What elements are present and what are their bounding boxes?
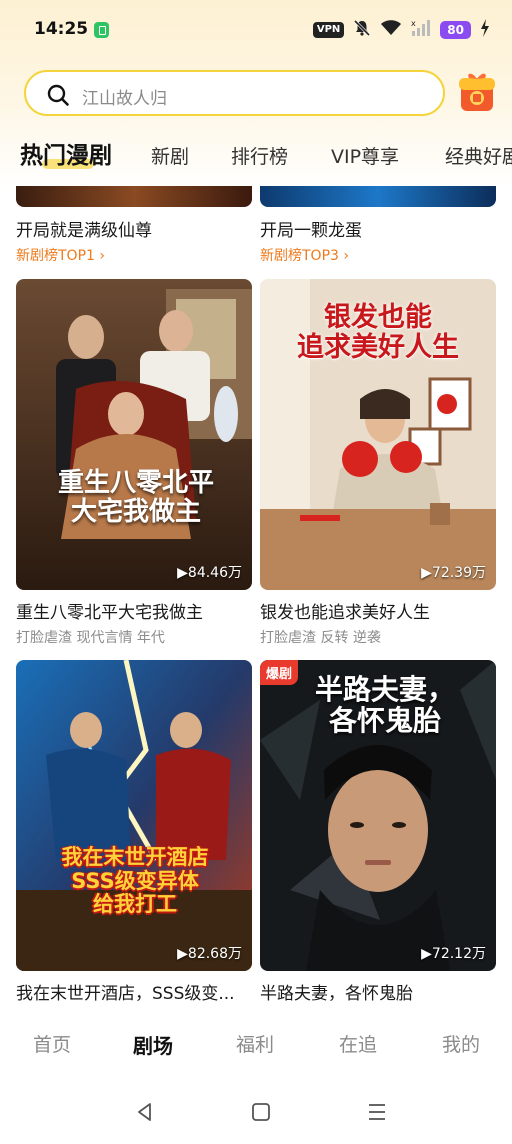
view-count: ▶82.68万 [177, 946, 242, 962]
rank-link[interactable]: 新剧榜TOP3 › [260, 245, 349, 265]
drama-tags: 打脸虐渣 现代言情 年代 [16, 630, 165, 646]
status-bar: 14:25 VPN x 80 [0, 0, 512, 60]
tab-hot-manju[interactable]: 热门漫剧 [20, 136, 112, 170]
search-input[interactable]: 江山故人归 [24, 70, 445, 116]
drama-card-cover[interactable]: 银发也能 追求美好人生 ▶72.39万 [260, 279, 496, 590]
battery-indicator: 80 [440, 21, 471, 39]
tab-classic[interactable]: 经典好剧 [445, 142, 512, 169]
tab-vip[interactable]: VIP尊享 [331, 142, 399, 169]
charging-icon [480, 18, 490, 42]
drama-feed[interactable]: 开局就是满级仙尊 开局一颗龙蛋 新剧榜TOP1 › 新剧榜TOP3 › 重生八零… [0, 186, 512, 1014]
nav-home[interactable]: 首页 [22, 1030, 82, 1057]
drama-card-cover[interactable]: 半路夫妻， 各怀鬼胎 爆剧 ▶72.12万 [260, 660, 496, 971]
drama-title[interactable]: 开局一颗龙蛋 [260, 216, 496, 241]
nav-me[interactable]: 我的 [431, 1030, 491, 1057]
vpn-icon: VPN [312, 22, 345, 38]
search-placeholder: 江山故人归 [82, 89, 167, 109]
status-icons: VPN x 80 [312, 18, 490, 42]
status-time: 14:25 [34, 19, 89, 39]
wifi-icon [380, 19, 402, 42]
view-count: ▶72.39万 [421, 565, 486, 581]
cover-headline: 银发也能 追求美好人生 [297, 302, 459, 364]
nav-theater[interactable]: 剧场 [123, 1030, 183, 1059]
drama-tags: 打脸虐渣 反转 逆袭 [260, 630, 381, 646]
view-count: ▶72.12万 [421, 946, 486, 962]
gift-icon[interactable] [458, 70, 496, 114]
notification-app-icon [94, 22, 109, 38]
cover-image[interactable] [16, 186, 252, 207]
cover-headline: 半路夫妻， 各怀鬼胎 [314, 673, 455, 738]
hot-badge: 爆剧 [260, 660, 299, 685]
home-icon[interactable] [249, 1100, 273, 1124]
rank-link[interactable]: 新剧榜TOP1 › [16, 245, 105, 265]
tab-ranking[interactable]: 排行榜 [231, 142, 288, 169]
drama-title[interactable]: 银发也能追求美好人生 [260, 598, 496, 623]
drama-title[interactable]: 开局就是满级仙尊 [16, 216, 252, 241]
category-tabs: 热门漫剧 新剧 排行榜 VIP尊享 经典好剧 [0, 136, 512, 176]
tab-new[interactable]: 新剧 [151, 142, 189, 169]
back-icon[interactable] [133, 1100, 157, 1124]
mute-icon [353, 19, 371, 42]
cover-headline: 重生八零北平 大宅我做主 [57, 468, 214, 528]
cover-image[interactable] [260, 186, 496, 207]
drama-title[interactable]: 我在末世开酒店，SSS级变... [16, 979, 252, 1004]
search-icon [47, 84, 69, 106]
drama-card-cover[interactable]: 我在末世开酒店 SSS级变异体 给我打工 ▶82.68万 [16, 660, 252, 971]
view-count: ▶84.46万 [177, 565, 242, 581]
menu-icon[interactable] [365, 1100, 389, 1124]
drama-card-cover[interactable]: 重生八零北平 大宅我做主 ▶84.46万 [16, 279, 252, 590]
drama-title[interactable]: 重生八零北平大宅我做主 [16, 598, 252, 623]
system-nav-bar [0, 1084, 512, 1144]
nav-following[interactable]: 在追 [328, 1030, 388, 1057]
nav-welfare[interactable]: 福利 [225, 1030, 285, 1057]
bottom-nav: 首页 剧场 福利 在追 我的 [0, 1020, 512, 1070]
cover-headline: 我在末世开酒店 SSS级变异体 给我打工 [61, 845, 209, 917]
drama-title[interactable]: 半路夫妻，各怀鬼胎 [260, 979, 496, 1004]
signal-icon: x [411, 19, 431, 42]
svg-text:x: x [411, 19, 416, 28]
